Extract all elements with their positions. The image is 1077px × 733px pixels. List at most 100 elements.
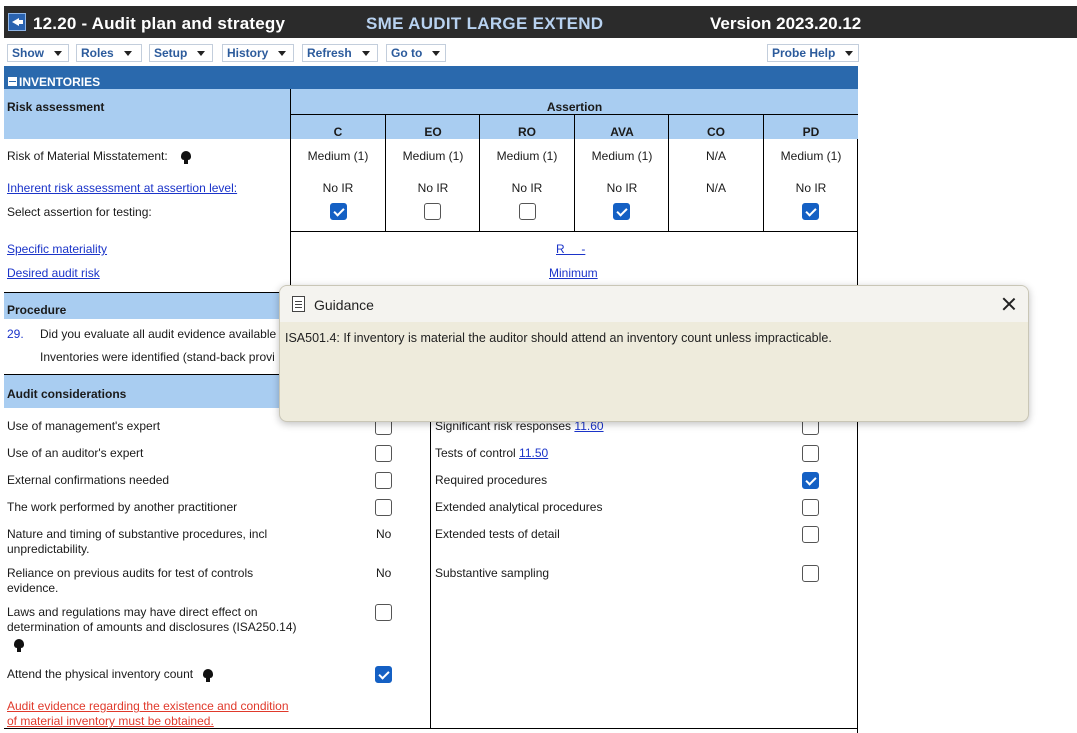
chevron-down-icon [54,51,62,57]
column-divider [574,114,575,232]
rmm-value-c: Medium (1) [307,149,369,163]
table-divider [290,232,291,292]
response-checkbox[interactable] [802,472,819,489]
chevron-down-icon [278,51,287,57]
column-divider [479,114,480,232]
response-label: Substantive sampling [435,566,550,580]
response-checkbox[interactable] [802,499,819,516]
procedure-subtext: Inventories were identified (stand-back … [40,350,275,364]
column-co: CO [707,125,725,139]
inherent-risk-link[interactable]: Inherent risk assessment at assertion le… [7,181,237,195]
desired-audit-risk-value[interactable]: Minimum [549,266,598,280]
specific-materiality-value[interactable]: R - [556,242,585,256]
response-checkbox[interactable] [802,565,819,582]
menu-refresh[interactable]: Refresh [302,44,378,62]
select-pd-checkbox[interactable] [802,203,819,220]
consideration-checkbox[interactable] [375,445,392,462]
chevron-down-icon [123,51,132,57]
rmm-value-eo: Medium (1) [402,149,464,163]
chevron-down-icon [845,51,854,57]
menu-roles[interactable]: Roles [76,44,142,62]
select-ava-checkbox[interactable] [613,203,630,220]
consideration-label: Reliance on previous audits for test of … [7,566,254,595]
column-divider [668,114,669,232]
tests-of-control-link[interactable]: 11.50 [519,446,548,460]
warning-text: Audit evidence regarding the existence a… [7,699,289,729]
consideration-label: The work performed by another practition… [7,500,238,514]
lightbulb-icon[interactable] [203,669,213,683]
consideration-label: Attend the physical inventory count [7,667,194,681]
menu-show[interactable]: Show [7,44,69,62]
page-title: 12.20 - Audit plan and strategy [33,14,286,33]
chevron-down-icon [197,51,206,57]
procedure-heading: Procedure [7,303,67,317]
procedure-number[interactable]: 29. [7,327,24,341]
inherent-value-pd: No IR [795,181,827,195]
select-eo-checkbox[interactable] [424,203,441,220]
response-checkbox[interactable] [802,445,819,462]
menu-setup[interactable]: Setup [149,44,213,62]
warning-line: Audit evidence regarding the existence a… [7,699,289,713]
collapse-icon[interactable] [8,77,17,86]
lightbulb-icon[interactable] [181,151,191,165]
inherent-value-ro: No IR [511,181,543,195]
title-bar: 12.20 - Audit plan and strategy SME AUDI… [0,0,1077,38]
document-icon [292,296,305,312]
chevron-down-icon [361,51,370,57]
close-icon[interactable] [999,294,1019,314]
menu-bar: Show Roles Setup History Refresh Go to P… [0,42,860,62]
inherent-value-co: N/A [705,181,726,195]
specific-materiality-link[interactable]: Specific materiality [7,242,107,256]
guidance-text: ISA501.4: If inventory is material the a… [285,331,832,345]
consideration-label: Use of an auditor's expert [7,446,144,460]
section-header[interactable]: INVENTORIES [4,66,858,89]
procedure-question: Did you evaluate all audit evidence avai… [40,327,277,341]
attend-count-checkbox[interactable] [375,666,392,683]
section-title: INVENTORIES [19,75,101,89]
guidance-title: Guidance [314,297,374,313]
consideration-checkbox[interactable] [375,499,392,516]
consideration-label: External confirmations needed [7,473,170,487]
menu-history[interactable]: History [222,44,294,62]
row-divider [4,728,858,729]
guidance-dialog: Guidance ISA501.4: If inventory is mater… [279,285,1029,422]
inherent-value-ava: No IR [606,181,638,195]
product-name: SME AUDIT LARGE EXTEND [366,14,604,33]
select-assertion-label: Select assertion for testing: [7,205,152,219]
menu-roles-label: Roles [81,46,114,60]
menu-probe-help-label: Probe Help [772,46,836,60]
response-label: Tests of control 11.50 [435,446,548,460]
version-label: Version 2023.20.12 [710,14,862,33]
menu-refresh-label: Refresh [307,46,352,60]
menu-goto-label: Go to [391,46,423,60]
rmm-value-co: N/A [705,149,726,163]
lightbulb-icon[interactable] [14,639,24,653]
consideration-checkbox[interactable] [375,604,392,621]
inherent-value-c: No IR [322,181,354,195]
select-ro-checkbox[interactable] [519,203,536,220]
rmm-label: Risk of Material Misstatement: [7,149,168,163]
response-checkbox[interactable] [802,526,819,543]
menu-probe-help[interactable]: Probe Help [767,44,859,62]
select-c-checkbox[interactable] [330,203,347,220]
menu-history-label: History [227,46,269,60]
row-divider [290,231,858,232]
menu-goto[interactable]: Go to [386,44,446,62]
consideration-label: Use of management's expert [7,419,161,433]
response-label: Extended tests of detail [435,527,560,541]
consideration-value: No [376,566,392,580]
considerations-divider [430,408,431,728]
assertion-heading: Assertion [546,100,603,114]
inherent-value-eo: No IR [417,181,449,195]
consideration-checkbox[interactable] [375,472,392,489]
column-divider [385,114,386,232]
audit-considerations-heading: Audit considerations [7,387,127,401]
risk-assessment-heading: Risk assessment [7,100,105,114]
desired-audit-risk-link[interactable]: Desired audit risk [7,266,100,280]
guidance-header [280,286,1028,322]
column-divider [763,114,764,232]
back-arrow-icon[interactable] [8,13,26,31]
column-ava: AVA [610,125,634,139]
column-pd: PD [802,125,820,139]
response-label-text: Tests of control [435,446,516,460]
